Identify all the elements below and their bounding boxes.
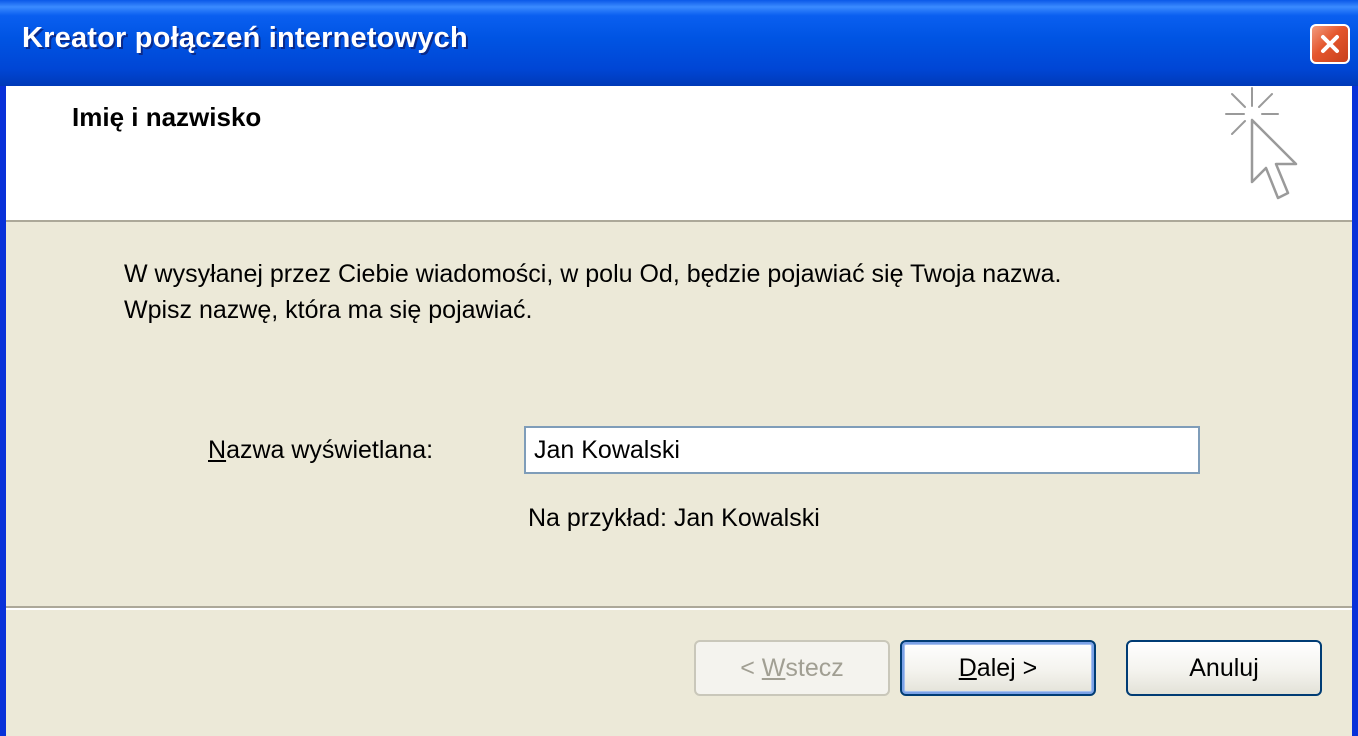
display-name-input[interactable] — [524, 426, 1200, 474]
close-button[interactable] — [1310, 24, 1350, 64]
next-rest: alej > — [976, 653, 1038, 682]
back-accel: W — [761, 653, 786, 682]
close-icon — [1321, 35, 1339, 53]
wizard-cursor-icon — [1225, 87, 1298, 200]
description-line-1: W wysyłanej przez Ciebie wiadomości, w p… — [124, 260, 1062, 288]
display-name-label-accel: N — [208, 436, 227, 464]
description-line-2: Wpisz nazwę, która ma się pojawiać. — [124, 296, 533, 324]
next-button[interactable]: Dalej > — [900, 640, 1096, 696]
back-button[interactable]: < Wstecz — [694, 640, 890, 696]
description-text: W wysyłanej przez Ciebie wiadomości, w p… — [124, 256, 1061, 328]
cancel-button[interactable]: Anuluj — [1126, 640, 1322, 696]
dialog-client-area: Imię i nazwisko W wysyłanej przez Ciebie… — [6, 86, 1352, 736]
back-rest: stecz — [785, 653, 844, 682]
wizard-header: Imię i nazwisko — [6, 86, 1352, 222]
back-prefix: < — [740, 653, 762, 682]
page-title: Imię i nazwisko — [72, 102, 262, 132]
title-bar[interactable]: Kreator połączeń internetowych — [0, 0, 1358, 86]
next-accel: D — [958, 653, 977, 682]
button-separator — [6, 606, 1352, 610]
window-title: Kreator połączeń internetowych — [22, 22, 468, 54]
wizard-window: Kreator połączeń internetowych Imię i na… — [0, 0, 1358, 736]
display-name-label: Nazwa wyświetlana: — [208, 436, 433, 465]
display-name-label-rest: azwa wyświetlana: — [226, 436, 434, 464]
example-hint: Na przykład: Jan Kowalski — [528, 504, 820, 532]
